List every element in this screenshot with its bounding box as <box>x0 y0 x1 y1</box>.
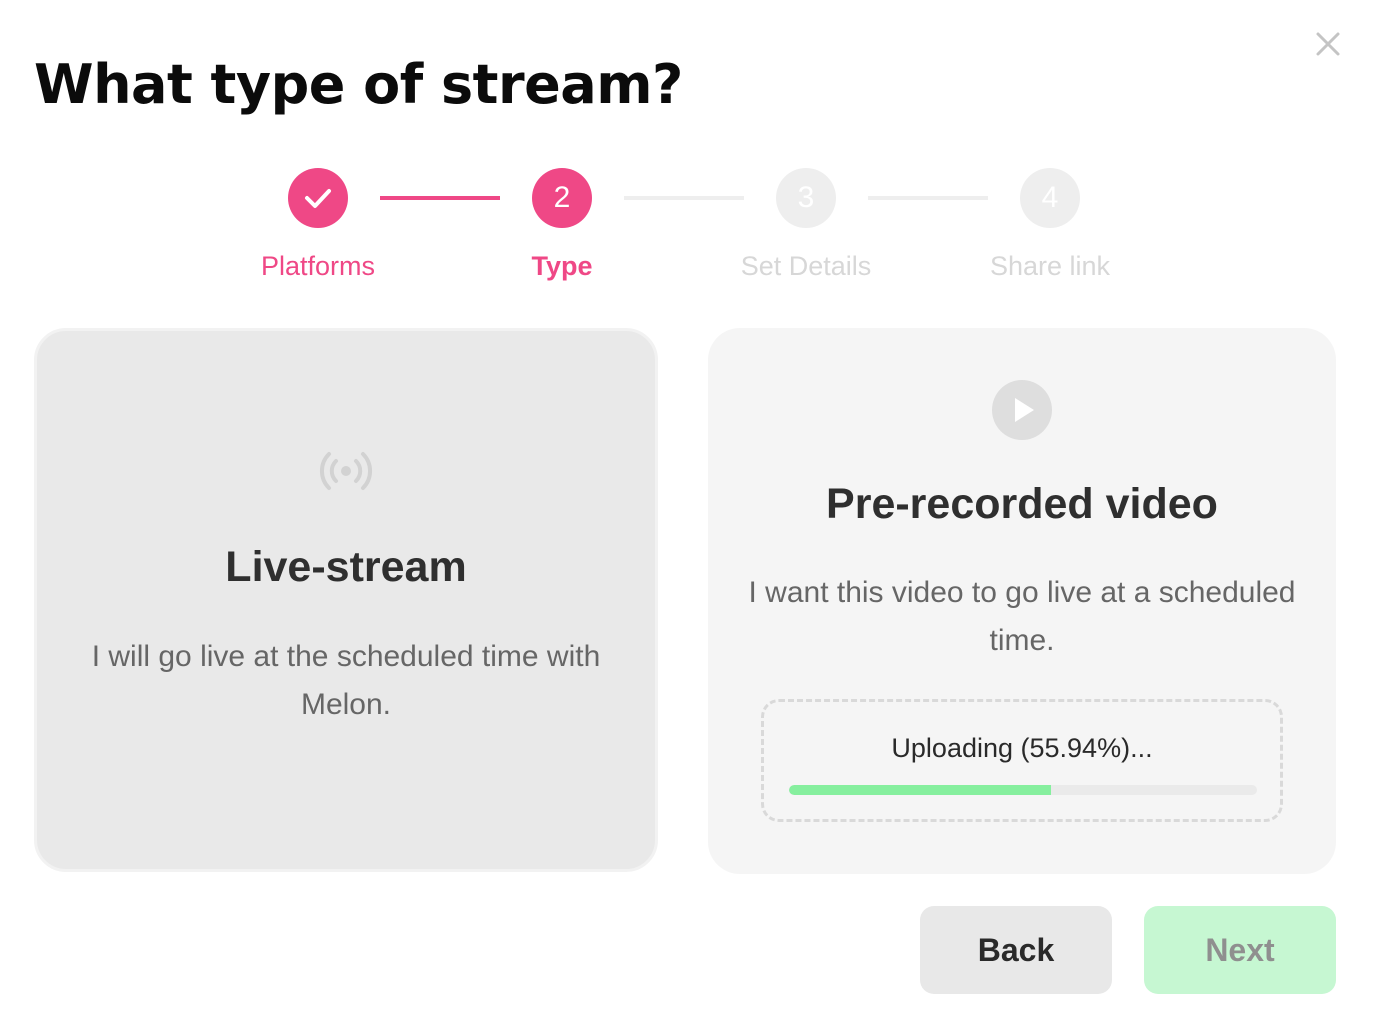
prerecorded-description: I want this video to go live at a schedu… <box>748 576 1296 657</box>
step-3-set-details[interactable]: 3 <box>776 168 836 228</box>
prerecorded-option-card[interactable]: Pre-recorded video I want this video to … <box>708 328 1336 874</box>
back-button[interactable]: Back <box>920 906 1112 994</box>
page-title: What type of stream? <box>34 53 683 116</box>
live-stream-description: I will go live at the scheduled time wit… <box>91 640 601 721</box>
step-1-platforms[interactable] <box>288 168 348 228</box>
step-label-type[interactable]: Type <box>452 248 672 284</box>
step-label-set-details[interactable]: Set Details <box>696 248 916 284</box>
close-button[interactable] <box>1306 22 1350 66</box>
close-icon <box>1316 32 1340 56</box>
play-icon <box>992 380 1052 440</box>
step-4-share-link[interactable]: 4 <box>1020 168 1080 228</box>
upload-progress-bar <box>789 785 1257 795</box>
live-stream-title: Live-stream <box>225 543 467 591</box>
step-connector-1 <box>380 196 500 200</box>
broadcast-icon <box>319 452 373 490</box>
upload-status: Uploading (55.94%)... <box>891 733 1153 763</box>
step-label-platforms[interactable]: Platforms <box>208 248 428 284</box>
upload-dropzone[interactable]: Uploading (55.94%)... <box>761 699 1283 822</box>
step-label-share-link[interactable]: Share link <box>940 248 1160 284</box>
stream-type-dialog: What type of stream? 2 3 4 Platforms Typ… <box>0 0 1374 1032</box>
next-button[interactable]: Next <box>1144 906 1336 994</box>
live-stream-option-card[interactable]: Live-stream I will go live at the schedu… <box>34 328 658 872</box>
prerecorded-title: Pre-recorded video <box>826 480 1218 528</box>
step-connector-3 <box>868 196 988 200</box>
upload-progress-fill <box>789 785 1051 795</box>
step-2-type[interactable]: 2 <box>532 168 592 228</box>
check-icon <box>305 189 331 208</box>
step-connector-2 <box>624 196 744 200</box>
